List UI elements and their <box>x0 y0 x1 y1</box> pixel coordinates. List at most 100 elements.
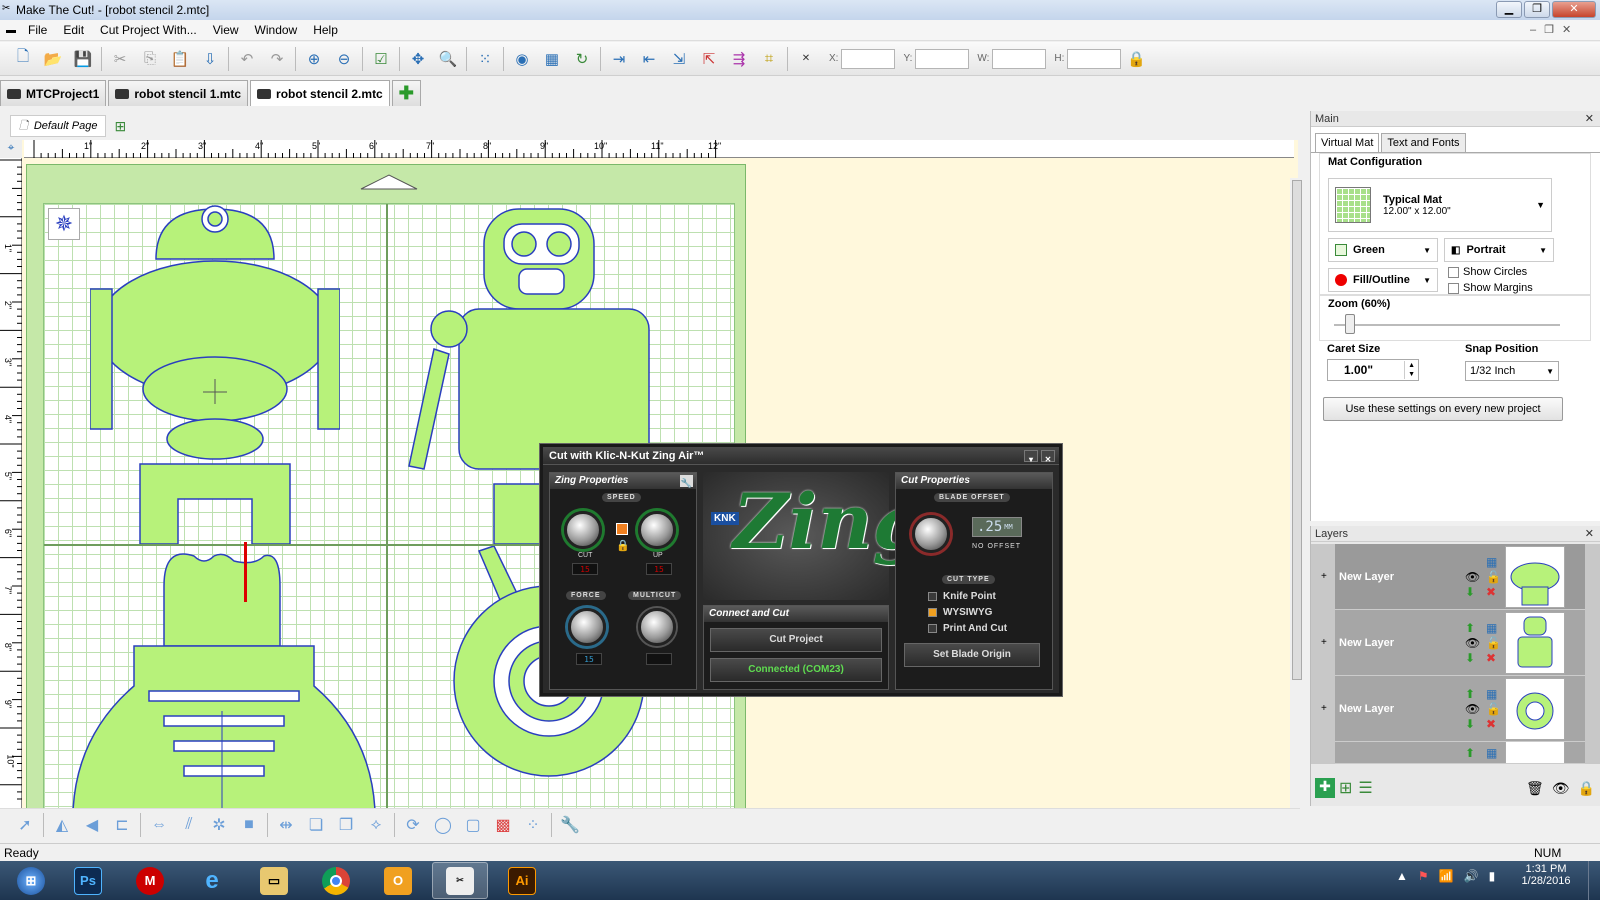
shadow-icon[interactable]: ⟡ <box>363 812 389 838</box>
layer-item[interactable]: ⬆ ▦ <box>1335 742 1585 764</box>
cut-type-print-and-cut[interactable]: Print And Cut <box>928 623 1007 634</box>
eye-icon[interactable]: 👁 <box>1465 636 1485 650</box>
cut-type-wysiwyg[interactable]: WYSIWYG <box>928 607 992 618</box>
arrow-down-icon[interactable]: ⬇ <box>1465 651 1485 665</box>
grid-icon[interactable]: ▦ <box>1486 687 1506 701</box>
save-icon[interactable]: 💾 <box>70 46 96 72</box>
caret-size-field[interactable]: 1.00" ▲ ▼ <box>1327 359 1419 381</box>
flip-horizontal-icon[interactable]: ◭ <box>49 812 75 838</box>
network-icon[interactable]: 📶 <box>1439 869 1454 883</box>
delete-icon[interactable]: ✖ <box>1486 717 1506 731</box>
dots-icon[interactable]: ⁘ <box>520 812 546 838</box>
robot-shape-1[interactable] <box>90 204 340 544</box>
minimize-button[interactable]: ▁ <box>1496 1 1522 18</box>
tab-text-and-fonts[interactable]: Text and Fonts <box>1381 133 1466 152</box>
distribute-icon[interactable]: ⇹ <box>273 812 299 838</box>
grid-icon[interactable]: ▦ <box>1486 621 1506 635</box>
close-button[interactable]: ✕ <box>1552 1 1596 18</box>
svg-icon[interactable]: ⌗ <box>756 46 782 72</box>
fill-outline-dropdown[interactable]: Fill/Outline ▼ <box>1328 268 1438 292</box>
add-page-icon[interactable]: ⊞ <box>114 118 126 135</box>
checklist-icon[interactable]: ☑ <box>368 46 394 72</box>
cart-icon[interactable]: ◉ <box>509 46 535 72</box>
arrow-up-icon[interactable]: ⬆ <box>1465 621 1485 635</box>
pattern-icon[interactable]: ▩ <box>490 812 516 838</box>
split-icon[interactable]: ✲ <box>206 812 232 838</box>
clock[interactable]: 1:31 PM 1/28/2016 <box>1516 863 1576 887</box>
show-margins-checkbox[interactable]: Show Margins <box>1448 282 1533 294</box>
up-speed-knob[interactable] <box>638 511 676 549</box>
dropdown-icon[interactable]: ▾ <box>1024 449 1038 464</box>
weld-icon[interactable]: ⇔ <box>146 812 172 838</box>
lock-icon[interactable]: 🔓 <box>1486 570 1506 584</box>
y-field[interactable] <box>915 48 970 69</box>
shear-icon[interactable]: ⫽ <box>176 812 202 838</box>
menu-cut-project-with[interactable]: Cut Project With... <box>92 20 205 41</box>
group-icon[interactable]: ❏ <box>303 812 329 838</box>
mdi-controls[interactable]: –❐✕ <box>1530 23 1579 36</box>
no-offset-label[interactable]: NO OFFSET <box>972 543 1021 550</box>
force-knob[interactable] <box>568 608 606 646</box>
undo-icon[interactable]: ↶ <box>234 46 260 72</box>
action-center-icon[interactable]: ⚑ <box>1418 869 1429 883</box>
x-field[interactable] <box>841 48 896 69</box>
robot-shape-3[interactable] <box>54 546 384 808</box>
import-file-icon[interactable]: ⇶ <box>726 46 752 72</box>
import-icon[interactable]: ⇥ <box>606 46 632 72</box>
import3-icon[interactable]: ⇲ <box>666 46 692 72</box>
wrench-icon[interactable]: 🔧 <box>557 812 583 838</box>
show-circles-checkbox[interactable]: Show Circles <box>1448 266 1527 278</box>
cut-speed-knob[interactable] <box>564 511 602 549</box>
tab-virtual-mat[interactable]: Virtual Mat <box>1315 133 1380 152</box>
eye-icon[interactable]: 👁 <box>1465 570 1485 584</box>
mat-color-dropdown[interactable]: Green ▼ <box>1328 238 1438 262</box>
copy-icon[interactable]: ⎘ <box>137 46 163 72</box>
menu-window[interactable]: Window <box>247 20 306 41</box>
tab-mtcproject1[interactable]: MTCProject1 <box>0 80 107 106</box>
nodes-icon[interactable]: ⁙ <box>472 46 498 72</box>
layer-item[interactable]: + New Layer ⬆ ▦ 👁 🔓 ⬇ ✖ <box>1321 676 1585 742</box>
battery-icon[interactable]: ▮ <box>1489 869 1496 883</box>
zoom-in-icon[interactable]: ⊕ <box>301 46 327 72</box>
eye-icon[interactable]: 👁 <box>1465 702 1485 716</box>
use-settings-button[interactable]: Use these settings on every new project <box>1323 397 1563 421</box>
link-indicator[interactable] <box>616 523 628 535</box>
zing-cut-dialog[interactable]: Cut with Klic-N-Kut Zing Air™ ▾ ✕ Zing P… <box>540 444 1062 696</box>
scrollbar-thumb[interactable] <box>1292 180 1302 680</box>
maximize-button[interactable]: ❐ <box>1524 1 1550 18</box>
taskbar-ie[interactable]: e <box>184 862 240 899</box>
magnify-icon[interactable]: 🔍 <box>435 46 461 72</box>
page-tab-default[interactable]: 🗋 Default Page <box>10 115 107 137</box>
lock-icon[interactable]: 🔒 <box>1578 780 1595 797</box>
layers-list[interactable]: + New Layer .▦ 👁🔓 ⬇✖ + New Layer ⬆▦ 👁🔓 ⬇… <box>1311 544 1600 764</box>
square-icon[interactable]: ▢ <box>460 812 486 838</box>
align-icon[interactable]: ⊏ <box>109 812 135 838</box>
add-sublayer-icon[interactable]: ⊞ <box>1339 778 1352 798</box>
arrow-up-icon[interactable]: ⬆ <box>1465 687 1485 701</box>
volume-icon[interactable]: 🔊 <box>1464 869 1479 883</box>
pointer-tool-icon[interactable]: ➚ <box>12 812 38 838</box>
grid-icon[interactable]: ▦ <box>1486 555 1506 569</box>
delete-icon[interactable]: ✖ <box>1486 651 1506 665</box>
zoom-slider-thumb[interactable] <box>1345 314 1356 334</box>
start-button[interactable]: ⊞ <box>8 862 54 899</box>
grid-icon[interactable]: ▦ <box>539 46 565 72</box>
new-icon[interactable]: 🗋 <box>10 46 36 72</box>
taskbar-make-the-cut[interactable]: ✂ <box>432 862 488 899</box>
layer-item[interactable]: + New Layer .▦ 👁🔓 ⬇✖ <box>1321 544 1585 610</box>
menu-view[interactable]: View <box>205 20 247 41</box>
mat-type-dropdown[interactable]: Typical Mat 12.00" x 12.00" ▼ <box>1328 178 1552 232</box>
taskbar-illustrator[interactable]: Ai <box>494 862 550 899</box>
open-icon[interactable]: 📂 <box>40 46 66 72</box>
ungroup-icon[interactable]: ❐ <box>333 812 359 838</box>
snap-position-dropdown[interactable]: 1/32 Inch ▼ <box>1465 361 1559 381</box>
blade-offset-knob[interactable] <box>912 515 950 553</box>
taskbar-mcafee[interactable]: M <box>122 862 178 899</box>
cut-icon[interactable]: ✂ <box>107 46 133 72</box>
menu-file[interactable]: File <box>20 20 55 41</box>
tab-robot-stencil-1[interactable]: robot stencil 1.mtc <box>108 80 249 106</box>
set-blade-origin-button[interactable]: Set Blade Origin <box>904 643 1040 667</box>
lock-icon[interactable]: 🔒 <box>616 539 630 552</box>
lock-icon[interactable]: 🔒 <box>1123 46 1149 72</box>
add-tab-button[interactable]: ✚ <box>391 80 421 106</box>
